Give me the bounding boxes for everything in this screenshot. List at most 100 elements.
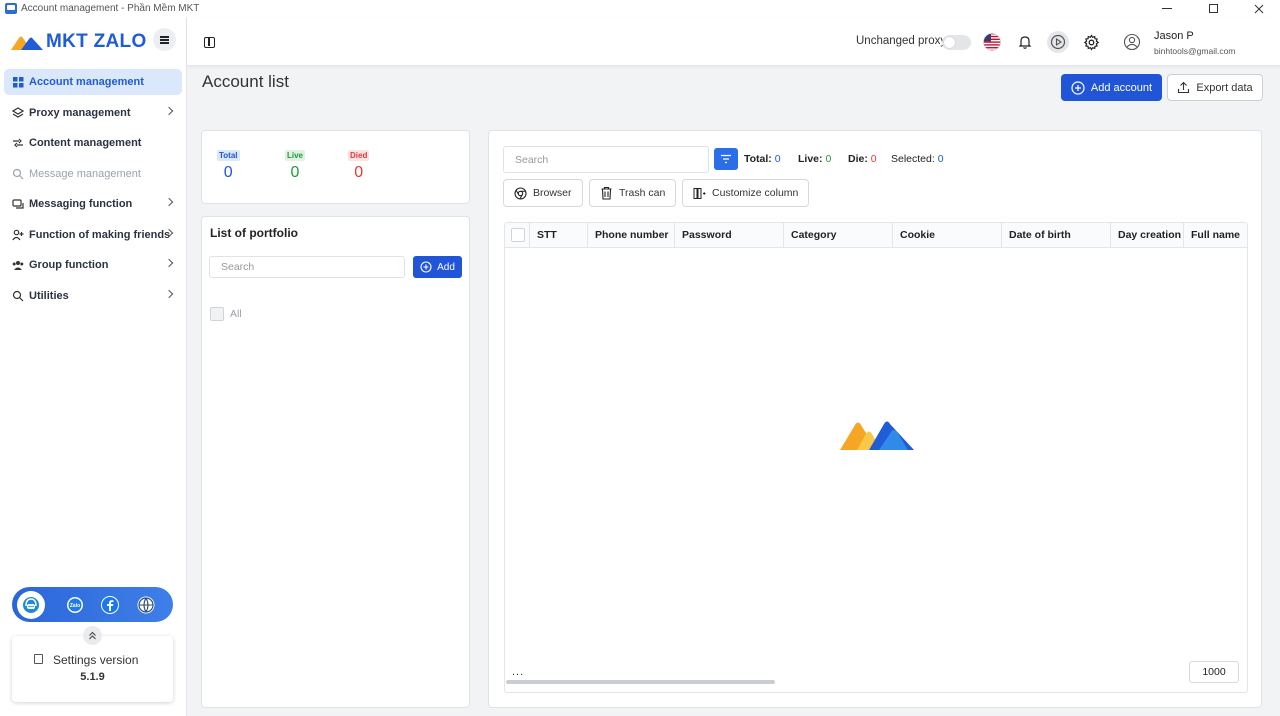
browser-button[interactable]: Browser xyxy=(503,179,583,207)
export-data-button[interactable]: Export data xyxy=(1167,74,1263,101)
expand-up-button[interactable] xyxy=(83,626,102,645)
plus-circle-icon xyxy=(1071,80,1085,95)
proxy-label: Unchanged proxy xyxy=(856,35,947,47)
page-title: Account list xyxy=(202,72,289,91)
support-chat-button[interactable] xyxy=(17,590,45,619)
settings-version-icon xyxy=(34,654,43,664)
portfolio-all-label: All xyxy=(230,308,242,320)
sidebar-item-account-management[interactable]: Account management xyxy=(4,69,182,95)
group-icon xyxy=(12,259,24,271)
sidebar-item-proxy-management[interactable]: Proxy management xyxy=(4,100,182,126)
notifications-button[interactable] xyxy=(1014,31,1036,53)
close-window-button[interactable] xyxy=(1236,0,1280,17)
page-size-select[interactable]: 1000 xyxy=(1189,661,1239,683)
column-header-date-of-birth[interactable]: Date of birth xyxy=(1002,223,1111,248)
sidebar-item-label: Utilities xyxy=(29,289,69,302)
language-button[interactable] xyxy=(981,31,1003,53)
sidebar-item-label: Function of making friends xyxy=(29,228,171,241)
sidebar-nav: Account management Proxy management Cont… xyxy=(4,69,182,313)
portfolio-search-placeholder: Search xyxy=(221,261,255,273)
trash-can-button[interactable]: Trash can xyxy=(589,179,676,207)
sidebar-toggle-button[interactable] xyxy=(153,28,176,51)
sidebar-item-group-function[interactable]: Group function xyxy=(4,252,182,278)
window-titlebar: Account management - Phần Mềm MKT xyxy=(0,0,1280,17)
horizontal-scrollbar[interactable] xyxy=(506,680,775,684)
sidebar-item-label: Proxy management xyxy=(29,106,131,119)
columns-icon xyxy=(693,187,706,200)
user-avatar[interactable] xyxy=(1121,31,1143,53)
sidebar-item-label: Content management xyxy=(29,137,142,149)
upload-icon xyxy=(1178,81,1190,94)
column-header-stt[interactable]: STT xyxy=(530,223,588,248)
portfolio-title: List of portfolio xyxy=(210,226,298,240)
settings-button[interactable] xyxy=(1080,31,1102,53)
sidebar-item-label: Account management xyxy=(29,76,144,88)
pagination-more[interactable]: ... xyxy=(512,666,524,678)
column-header-cookie[interactable]: Cookie xyxy=(893,223,1002,248)
brand-name: MKT ZALO xyxy=(46,31,147,52)
mkt-logo-icon xyxy=(11,36,43,50)
add-account-label: Add account xyxy=(1090,81,1153,94)
maximize-icon xyxy=(1208,4,1218,13)
tutorial-video-button[interactable] xyxy=(1047,31,1069,53)
count-live-value: 0 xyxy=(825,153,832,165)
filter-icon xyxy=(721,154,731,164)
chevron-right-icon xyxy=(164,258,174,268)
select-all-checkbox[interactable] xyxy=(511,228,525,242)
stat-total: Total 0 xyxy=(217,147,240,182)
sidebar-item-label: Messaging function xyxy=(29,198,133,210)
window-title: Account management - Phần Mềm MKT xyxy=(21,3,200,14)
stat-live-value: 0 xyxy=(290,164,300,181)
column-header-phone-number[interactable]: Phone number xyxy=(588,223,675,248)
sidebar-item-utilities[interactable]: Utilities xyxy=(4,283,182,309)
minimize-icon xyxy=(1162,8,1172,9)
app-icon xyxy=(5,3,17,14)
brand-logo[interactable]: MKT ZALO xyxy=(10,31,147,53)
chevron-right-icon xyxy=(164,106,174,115)
browser-label: Browser xyxy=(533,187,572,199)
user-circle-icon xyxy=(1123,33,1141,51)
count-selected-label: Selected: xyxy=(891,153,935,165)
layout-toggle-icon[interactable] xyxy=(204,37,215,48)
sidebar-item-label: Group function xyxy=(29,259,109,271)
trash-icon xyxy=(600,186,613,200)
sidebar-item-making-friends[interactable]: Function of making friends xyxy=(4,222,182,248)
column-header-password[interactable]: Password xyxy=(675,223,784,248)
trash-can-label: Trash can xyxy=(619,187,666,199)
chevron-right-icon xyxy=(164,197,174,207)
facebook-link[interactable] xyxy=(96,591,124,619)
filter-button[interactable] xyxy=(714,148,738,170)
sidebar-item-messaging-function[interactable]: Messaging function xyxy=(4,191,182,217)
count-total: Total: 0 xyxy=(744,153,781,165)
customize-column-label: Customize column xyxy=(712,187,799,199)
play-circle-icon xyxy=(1050,34,1066,50)
svg-text:Zalo: Zalo xyxy=(70,603,80,609)
portfolio-search-input[interactable]: Search xyxy=(209,256,405,278)
settings-version-card[interactable]: Settings version 5.1.9 xyxy=(12,636,173,702)
table-header: STT Phone number Password Category Cooki… xyxy=(505,223,1247,248)
globe-icon xyxy=(137,596,155,613)
minimize-button[interactable] xyxy=(1144,0,1190,17)
account-stats-card: Total 0 Live 0 Died 0 xyxy=(201,130,470,204)
sidebar-item-content-management[interactable]: Content management xyxy=(4,130,182,156)
add-account-button[interactable]: Add account xyxy=(1061,74,1162,101)
accounts-search-input[interactable]: Search xyxy=(503,146,709,173)
customize-column-button[interactable]: Customize column xyxy=(682,179,809,207)
column-header-category[interactable]: Category xyxy=(784,223,893,248)
column-header-full-name[interactable]: Full name xyxy=(1184,223,1247,248)
unchanged-proxy-toggle[interactable] xyxy=(942,35,971,50)
user-name: Jason P xyxy=(1154,30,1194,42)
add-portfolio-button[interactable]: Add xyxy=(413,256,462,278)
select-all-cell xyxy=(505,223,530,248)
double-chevron-up-icon xyxy=(89,631,96,640)
sidebar-item-message-management[interactable]: Message management xyxy=(4,161,182,187)
bell-icon xyxy=(1018,36,1032,49)
count-total-value: 0 xyxy=(774,153,781,165)
version-number: 5.1.9 xyxy=(80,671,105,683)
zalo-link[interactable]: Zalo xyxy=(61,591,89,619)
column-header-day-creation[interactable]: Day creation xyxy=(1111,223,1184,248)
website-link[interactable] xyxy=(132,591,160,619)
plus-circle-icon xyxy=(420,261,432,273)
portfolio-all-checkbox[interactable] xyxy=(210,307,224,321)
maximize-button[interactable] xyxy=(1190,0,1236,17)
